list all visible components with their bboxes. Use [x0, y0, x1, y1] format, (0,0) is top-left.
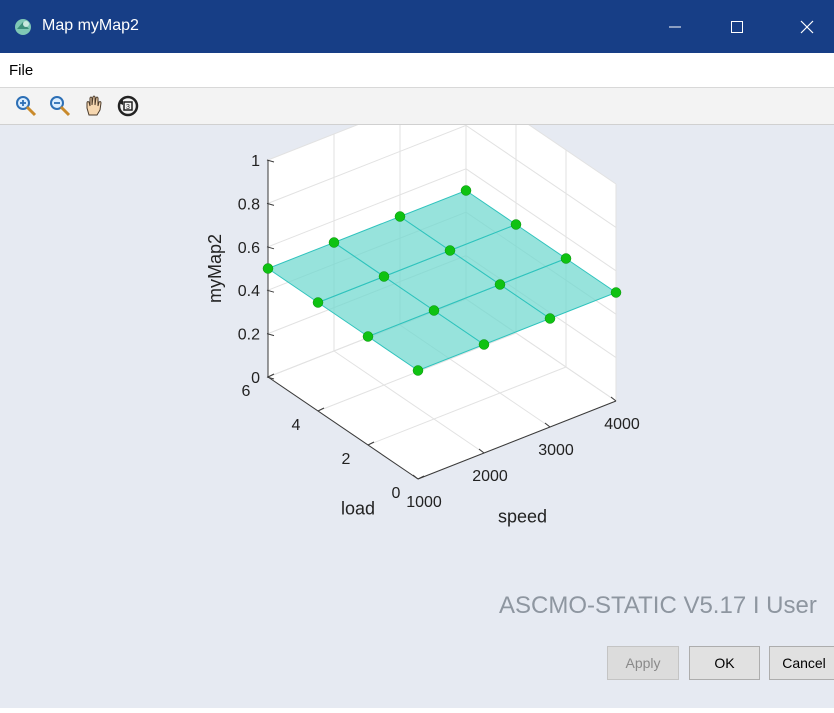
z-tick-label: 0.8: [238, 196, 260, 213]
load-tick-label: 0: [392, 485, 401, 502]
data-point: [262, 263, 274, 274]
speed-axis-label: speed: [498, 507, 547, 527]
load-tick-label: 2: [342, 451, 351, 468]
load-tick-label: 4: [292, 417, 301, 434]
data-point: [412, 365, 424, 376]
map-window: Map myMap2 File 3 0 0.2 0.4 0.6 0.8 1 10…: [0, 0, 834, 708]
z-axis-label: myMap2: [205, 234, 225, 303]
z-tick-label: 0.2: [238, 327, 260, 344]
ok-button[interactable]: OK: [689, 646, 760, 680]
speed-tick-label: 4000: [604, 416, 640, 433]
data-point: [494, 279, 506, 290]
data-point: [544, 313, 556, 324]
data-point: [460, 185, 472, 196]
load-axis-label: load: [341, 499, 375, 519]
svg-text:3: 3: [126, 104, 130, 111]
menu-bar: File: [0, 53, 834, 88]
data-point: [328, 237, 340, 248]
window-title: Map myMap2: [42, 17, 139, 34]
minimize-button[interactable]: [652, 0, 698, 53]
z-tick-label: 0: [251, 370, 260, 387]
data-point: [394, 211, 406, 222]
zoom-out-icon[interactable]: [48, 94, 72, 118]
toolbar: 3: [0, 88, 834, 125]
menu-file[interactable]: File: [9, 62, 33, 79]
data-point: [362, 331, 374, 342]
data-point: [560, 253, 572, 264]
cancel-button[interactable]: Cancel: [769, 646, 834, 680]
speed-tick-label: 1000: [406, 494, 442, 511]
data-point: [478, 339, 490, 350]
rotate-3d-icon[interactable]: 3: [116, 94, 140, 118]
load-tick-label: 6: [242, 383, 251, 400]
app-icon: [15, 19, 31, 35]
data-point: [378, 271, 390, 282]
close-icon: [800, 20, 814, 33]
pan-hand-icon[interactable]: [82, 94, 106, 118]
z-tick-label: 1: [251, 153, 260, 170]
data-point: [444, 245, 456, 256]
watermark-text: ASCMO-STATIC V5.17 I User: [499, 592, 817, 619]
maximize-icon: [731, 20, 743, 33]
data-point: [610, 287, 622, 298]
z-tick-label: 0.6: [238, 240, 260, 257]
maximize-button[interactable]: [714, 0, 760, 53]
apply-button[interactable]: Apply: [607, 646, 679, 680]
surface-chart[interactable]: 0 0.2 0.4 0.6 0.8 1 1000 2000 3000 4000 0 2 4 6 myMap2…: [0, 81, 834, 708]
z-tick-label: 0.4: [238, 283, 260, 300]
data-point: [312, 297, 324, 308]
zoom-in-icon[interactable]: [14, 94, 38, 118]
speed-tick-label: 3000: [538, 442, 574, 459]
speed-tick-label: 2000: [472, 468, 508, 485]
data-point: [428, 305, 440, 316]
plot-area: 0 0.2 0.4 0.6 0.8 1 1000 2000 3000 4000 0 2 4 6 myMap2…: [0, 81, 834, 708]
close-button[interactable]: [784, 0, 830, 53]
title-bar: Map myMap2: [0, 0, 834, 53]
data-point: [510, 219, 522, 230]
minimize-icon: [669, 26, 681, 27]
